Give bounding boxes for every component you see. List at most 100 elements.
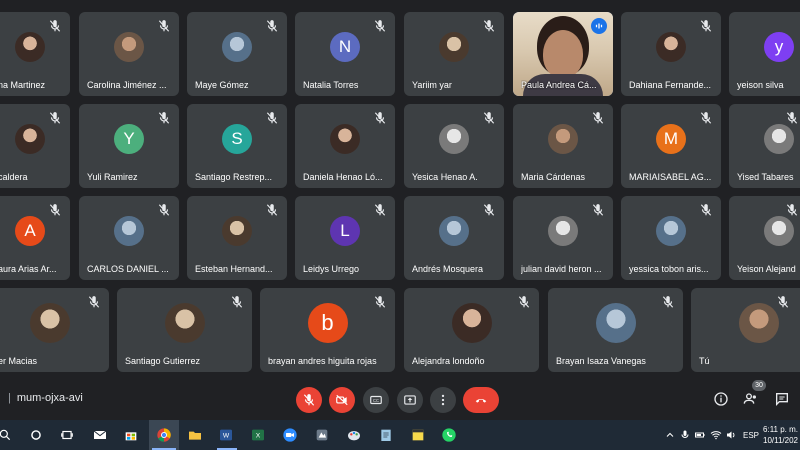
avatar [15, 124, 45, 155]
present-button[interactable] [397, 387, 423, 413]
task-view-button[interactable] [58, 426, 76, 444]
mic-toggle-button[interactable] [296, 387, 322, 413]
participant-name: julian david heron ... [521, 264, 602, 274]
participant-tile[interactable]: N Natalia Torres [295, 12, 395, 96]
people-icon [743, 393, 756, 404]
camera-toggle-button[interactable] [329, 387, 355, 413]
participant-tile[interactable]: Daniela Henao Ló... [295, 104, 395, 188]
participant-tile[interactable]: M MARIAISABEL AG... [621, 104, 721, 188]
avatar: S [222, 124, 252, 155]
participant-name: Leidys Urrego [303, 264, 360, 274]
participant-tile[interactable]: A aura Arias Ar... [0, 196, 70, 280]
mic-off-icon [265, 111, 279, 125]
avatar: A [15, 216, 45, 247]
mail-app[interactable] [91, 426, 109, 444]
store-app[interactable] [122, 426, 140, 444]
chrome-icon [157, 428, 171, 442]
participants-button[interactable] [742, 390, 760, 408]
mic-off-icon [230, 295, 244, 309]
captions-button[interactable]: CC [363, 387, 389, 413]
participant-tile[interactable]: julian david heron ... [513, 196, 613, 280]
participant-tile[interactable]: caldera [0, 104, 70, 188]
participant-name: Yeison Alejand [737, 264, 796, 274]
task-view-icon [61, 430, 73, 440]
participant-name: Paula Andrea Cá... [521, 80, 597, 90]
cortana-icon [31, 430, 41, 440]
mic-icon [681, 430, 689, 438]
mic-off-icon [482, 19, 496, 33]
participant-tile[interactable]: S Santiago Restrep... [187, 104, 287, 188]
notepad-app[interactable] [377, 426, 395, 444]
present-icon [404, 395, 416, 405]
cortana-button[interactable] [27, 426, 45, 444]
notepad-icon [381, 429, 391, 441]
participant-name: aura Arias Ar... [0, 264, 57, 274]
zoom-app[interactable] [281, 426, 299, 444]
participant-tile[interactable]: yessica tobon aris... [621, 196, 721, 280]
sticky-notes-icon [412, 429, 424, 441]
leave-call-button[interactable] [463, 387, 499, 413]
participant-tile[interactable]: Andrés Mosquera [404, 196, 504, 280]
participant-tile[interactable]: Maye Gómez [187, 12, 287, 96]
mic-off-icon [699, 111, 713, 125]
participant-tile[interactable]: y yeison silva [729, 12, 800, 96]
mic-off-icon [699, 19, 713, 33]
paint-app[interactable] [345, 426, 363, 444]
meeting-details-button[interactable] [712, 390, 730, 408]
avatar: N [330, 32, 360, 63]
participant-name: yessica tobon aris... [629, 264, 709, 274]
whatsapp-app[interactable] [440, 426, 458, 444]
participant-tile[interactable]: CARLOS DANIEL ... [79, 196, 179, 280]
avatar [439, 124, 469, 155]
participant-tile-speaking[interactable]: Paula Andrea Cá... [513, 12, 613, 96]
search-button[interactable] [0, 426, 14, 444]
excel-app[interactable]: X [249, 426, 267, 444]
avatar: Y [114, 124, 144, 155]
participant-tile[interactable]: Y Yuli Ramirez [79, 104, 179, 188]
word-icon: W [220, 429, 232, 441]
chat-icon [776, 393, 788, 406]
participant-tile[interactable]: Brayan Isaza Vanegas [548, 288, 683, 372]
participant-tile[interactable]: b brayan andres higuita rojas [260, 288, 395, 372]
word-app[interactable]: W [217, 426, 235, 444]
system-clock[interactable]: 6:11 p. m. 10/11/202 [763, 424, 798, 446]
participant-tile[interactable]: Esteban Hernand... [187, 196, 287, 280]
participant-tile[interactable]: Yeison Alejand [729, 196, 800, 280]
excel-icon: X [252, 429, 264, 441]
participant-tile[interactable]: Alejandra londoño [404, 288, 539, 372]
participant-tile[interactable]: Maria Cárdenas [513, 104, 613, 188]
participant-tile[interactable]: na Martinez [0, 12, 70, 96]
svg-text:CC: CC [373, 398, 379, 403]
participant-tile[interactable]: L Leidys Urrego [295, 196, 395, 280]
battery-icon [695, 432, 705, 438]
mic-off-icon [373, 295, 387, 309]
chrome-app[interactable] [155, 426, 173, 444]
participant-tile[interactable]: Santiago Gutierrez [117, 288, 252, 372]
participant-tile-self[interactable]: Tú [691, 288, 800, 372]
avatar [439, 216, 469, 247]
participant-tile[interactable]: er Macias [0, 288, 109, 372]
participant-grid: na Martinez Carolina Jiménez ... Maye Gó… [0, 0, 800, 380]
windows-taskbar: W X ESP 6:11 p. m. 10/11/202 [0, 420, 800, 450]
mic-off-icon [303, 394, 315, 406]
more-options-button[interactable] [430, 387, 456, 413]
participant-count-badge: 30 [752, 380, 766, 391]
participant-tile[interactable]: Yised Tabares [729, 104, 800, 188]
input-language[interactable]: ESP [743, 431, 759, 440]
participant-tile[interactable]: Yariim yar [404, 12, 504, 96]
participant-tile[interactable]: Dahiana Fernande... [621, 12, 721, 96]
mic-off-icon [517, 295, 531, 309]
search-icon [0, 429, 11, 441]
mic-off-icon [785, 111, 799, 125]
tray-volume-button[interactable] [722, 426, 740, 444]
sticky-notes-app[interactable] [409, 426, 427, 444]
file-explorer-app[interactable] [186, 426, 204, 444]
pinned-app[interactable] [313, 426, 331, 444]
mic-off-icon [48, 19, 62, 33]
mic-off-icon [373, 19, 387, 33]
avatar [656, 216, 686, 247]
avatar [764, 216, 794, 247]
participant-tile[interactable]: Carolina Jiménez ... [79, 12, 179, 96]
participant-tile[interactable]: Yesica Henao A. [404, 104, 504, 188]
chat-button[interactable] [773, 390, 791, 408]
